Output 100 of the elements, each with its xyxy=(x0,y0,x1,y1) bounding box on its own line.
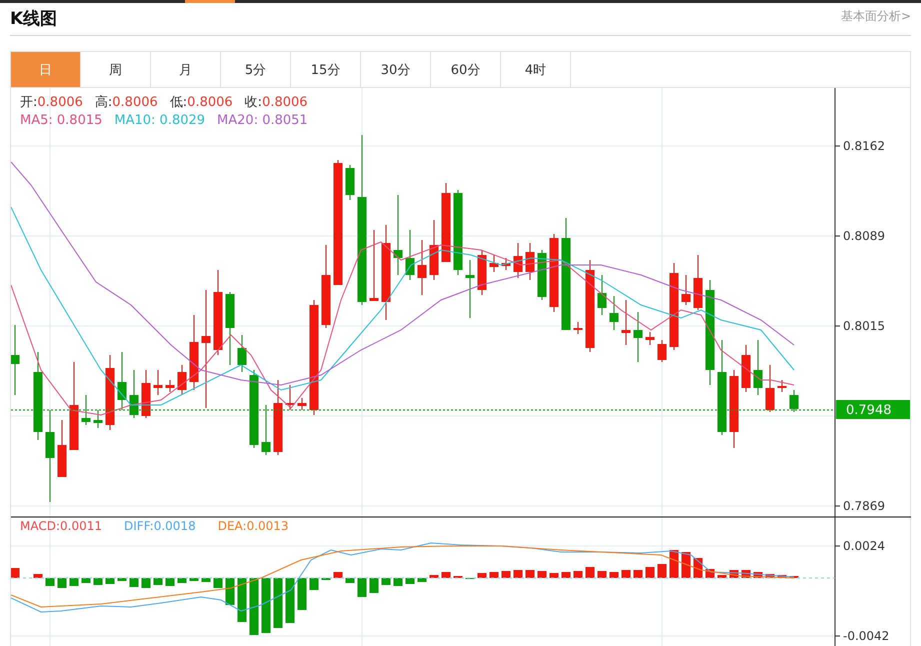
macd-bar xyxy=(238,578,246,622)
candlestick xyxy=(58,420,66,478)
candlestick xyxy=(742,344,750,392)
macd-bar xyxy=(70,578,78,586)
candlestick xyxy=(682,274,690,306)
macd-bar xyxy=(430,575,438,578)
macd-bar xyxy=(142,578,150,588)
macd-bar xyxy=(118,578,126,581)
macd-bar xyxy=(154,578,162,585)
macd-bar xyxy=(514,570,522,578)
candlestick xyxy=(142,370,150,418)
macd-bar xyxy=(490,572,498,578)
macd-bar xyxy=(766,574,774,578)
macd-bar xyxy=(166,578,174,586)
candlestick xyxy=(778,380,786,392)
macd-reading: DEA:0.0013 xyxy=(218,519,289,533)
candlestick xyxy=(502,258,510,270)
moving-average-reading: MA20: 0.8051 xyxy=(217,112,308,130)
candlestick xyxy=(238,334,246,372)
candlestick xyxy=(418,240,426,296)
candlestick xyxy=(370,230,378,301)
macd-bar xyxy=(610,572,618,578)
candlestick xyxy=(298,398,306,410)
macd-bar xyxy=(598,571,606,578)
candlestick xyxy=(166,380,174,392)
macd-bar xyxy=(646,567,654,578)
ohlc-value: 0.8006 xyxy=(112,94,158,112)
macd-bar xyxy=(658,564,666,578)
macd-bar xyxy=(550,573,558,578)
macd-reading: MACD:0.0011 xyxy=(20,519,102,533)
candlestick xyxy=(694,254,702,310)
ohlc-label: 开: xyxy=(20,94,38,112)
candlestick xyxy=(490,254,498,272)
macd-bar xyxy=(298,578,306,610)
macd-bar xyxy=(538,571,546,578)
macd-bar xyxy=(226,578,234,605)
macd-bar xyxy=(670,550,678,578)
macd-bar xyxy=(334,572,342,578)
macd-bar xyxy=(418,578,426,582)
candlestick xyxy=(598,274,606,316)
macd-bar xyxy=(502,571,510,578)
macd-bar xyxy=(178,578,186,583)
candlestick xyxy=(610,296,618,330)
macd-bar xyxy=(574,571,582,578)
macd-bar xyxy=(346,578,354,583)
macd-bar xyxy=(526,570,534,578)
ohlc-value: 0.8006 xyxy=(262,94,308,112)
macd-axis-label: -0.0042 xyxy=(843,629,890,643)
candlestick xyxy=(178,364,186,396)
price-axis-label: 0.8089 xyxy=(843,229,885,243)
macd-bar xyxy=(82,578,90,583)
macd-bar xyxy=(406,578,414,584)
macd-bar xyxy=(58,578,66,588)
candlestick xyxy=(622,300,630,346)
macd-bar xyxy=(11,568,20,578)
macd-bar xyxy=(622,570,630,578)
macd-bar xyxy=(94,578,102,585)
macd-bar xyxy=(190,578,198,581)
ohlc-label: 高: xyxy=(94,94,112,112)
candlestick xyxy=(430,220,438,280)
macd-bar xyxy=(442,572,450,578)
macd-bar xyxy=(202,578,210,582)
macd-bar xyxy=(394,578,402,586)
macd-bar xyxy=(370,578,378,593)
macd-bar xyxy=(310,578,318,590)
candlestick xyxy=(11,324,20,396)
chart-title: K线图 xyxy=(10,8,58,30)
candlestick xyxy=(154,370,162,396)
price-axis-label: 0.8015 xyxy=(843,319,885,333)
candlestick xyxy=(754,340,762,396)
current-price-tag: 0.7948 xyxy=(836,400,910,419)
ohlc-value: 0.8006 xyxy=(187,94,233,112)
price-axis-label: 0.8162 xyxy=(843,139,885,153)
candlestick xyxy=(538,250,546,300)
macd-axis-label: 0.0024 xyxy=(843,539,885,553)
candlestick xyxy=(646,332,654,346)
candlestick xyxy=(406,230,414,280)
macd-bar xyxy=(274,578,282,628)
candlestick xyxy=(286,384,294,410)
macd-bar xyxy=(34,574,42,578)
macd-bar xyxy=(382,578,390,585)
candlestick xyxy=(634,312,642,362)
macd-bar xyxy=(262,578,270,633)
macd-bar xyxy=(478,573,486,578)
macd-bar xyxy=(286,578,294,623)
macd-bar xyxy=(562,572,570,578)
macd-bar xyxy=(358,578,366,597)
candlestick xyxy=(346,164,354,200)
candlestick xyxy=(526,242,534,280)
macd-bar xyxy=(778,575,786,578)
macd-bar xyxy=(586,567,594,578)
macd-bar xyxy=(214,578,222,588)
candlestick xyxy=(466,260,474,318)
ohlc-label: 低: xyxy=(170,94,188,112)
price-axis-label: 0.7869 xyxy=(843,499,885,513)
ohlc-value: 0.8006 xyxy=(37,94,83,112)
macd-bar xyxy=(130,578,138,587)
moving-average-reading: MA5: 0.8015 xyxy=(20,112,102,130)
macd-bar xyxy=(634,570,642,578)
candlestick xyxy=(574,322,582,334)
